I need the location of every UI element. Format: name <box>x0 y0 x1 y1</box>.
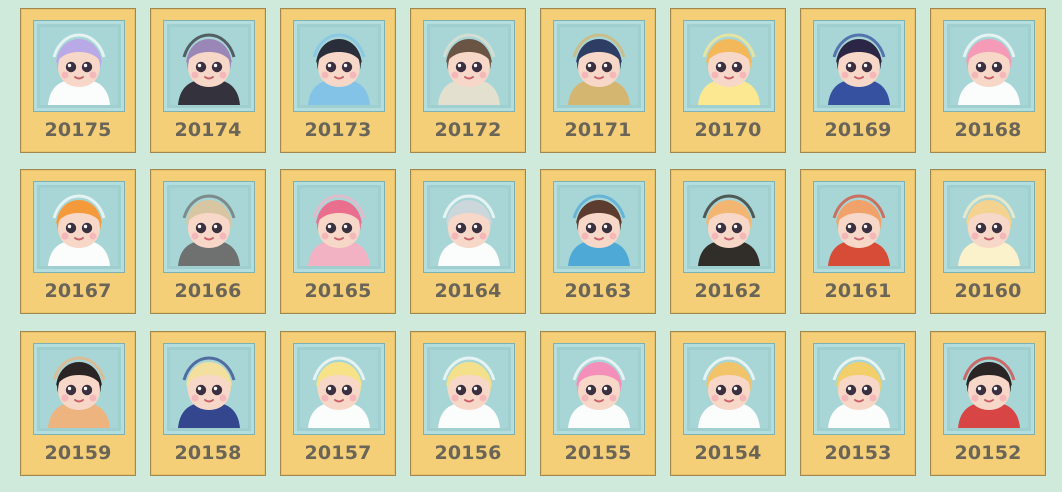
portrait-frame <box>813 343 905 435</box>
portrait-frame <box>163 20 255 112</box>
portrait-frame <box>293 20 385 112</box>
portrait-card[interactable]: 20157 <box>280 331 396 476</box>
character-portrait-icon <box>690 27 768 105</box>
portrait-frame <box>813 20 905 112</box>
portrait-frame <box>423 343 515 435</box>
character-portrait-icon <box>300 350 378 428</box>
character-portrait-icon <box>170 350 248 428</box>
portrait-card[interactable]: 20175 <box>20 8 136 153</box>
portrait-card[interactable]: 20171 <box>540 8 656 153</box>
character-portrait-icon <box>40 188 118 266</box>
portrait-id-label: 20162 <box>694 280 762 302</box>
portrait-id-label: 20166 <box>174 280 242 302</box>
portrait-id-label: 20158 <box>174 442 242 464</box>
character-portrait-icon <box>690 350 768 428</box>
portrait-frame <box>683 181 775 273</box>
portrait-id-label: 20168 <box>954 119 1022 141</box>
character-portrait-icon <box>300 188 378 266</box>
character-portrait-icon <box>950 27 1028 105</box>
character-portrait-icon <box>40 27 118 105</box>
portrait-id-label: 20170 <box>694 119 762 141</box>
portrait-frame <box>553 181 645 273</box>
portrait-card[interactable]: 20152 <box>930 331 1046 476</box>
portrait-id-label: 20174 <box>174 119 242 141</box>
portrait-card[interactable]: 20168 <box>930 8 1046 153</box>
character-portrait-icon <box>300 27 378 105</box>
portrait-card[interactable]: 20163 <box>540 169 656 314</box>
portrait-id-label: 20155 <box>564 442 632 464</box>
portrait-frame <box>943 343 1035 435</box>
portrait-id-label: 20171 <box>564 119 632 141</box>
portrait-card[interactable]: 20160 <box>930 169 1046 314</box>
portrait-card[interactable]: 20155 <box>540 331 656 476</box>
portrait-frame <box>943 20 1035 112</box>
character-portrait-icon <box>820 188 898 266</box>
portrait-id-label: 20153 <box>824 442 892 464</box>
character-portrait-icon <box>560 188 638 266</box>
character-portrait-icon <box>430 27 508 105</box>
portrait-frame <box>33 181 125 273</box>
character-portrait-icon <box>950 188 1028 266</box>
portrait-card[interactable]: 20165 <box>280 169 396 314</box>
portrait-frame <box>163 343 255 435</box>
portrait-id-label: 20157 <box>304 442 372 464</box>
portrait-id-label: 20164 <box>434 280 502 302</box>
character-portrait-icon <box>170 27 248 105</box>
portrait-card[interactable]: 20172 <box>410 8 526 153</box>
character-portrait-icon <box>690 188 768 266</box>
portrait-card[interactable]: 20156 <box>410 331 526 476</box>
portrait-id-label: 20172 <box>434 119 502 141</box>
character-portrait-icon <box>430 350 508 428</box>
portrait-frame <box>683 20 775 112</box>
portrait-card[interactable]: 20158 <box>150 331 266 476</box>
portrait-frame <box>423 20 515 112</box>
portrait-card[interactable]: 20166 <box>150 169 266 314</box>
portrait-card[interactable]: 20159 <box>20 331 136 476</box>
portrait-id-label: 20169 <box>824 119 892 141</box>
portrait-card[interactable]: 20174 <box>150 8 266 153</box>
portrait-card[interactable]: 20153 <box>800 331 916 476</box>
portrait-frame <box>553 343 645 435</box>
portrait-card[interactable]: 20173 <box>280 8 396 153</box>
portrait-card[interactable]: 20164 <box>410 169 526 314</box>
portrait-id-label: 20161 <box>824 280 892 302</box>
character-portrait-icon <box>40 350 118 428</box>
portrait-frame <box>293 181 385 273</box>
portrait-frame <box>683 343 775 435</box>
character-portrait-icon <box>560 350 638 428</box>
portrait-id-label: 20154 <box>694 442 762 464</box>
portrait-id-label: 20163 <box>564 280 632 302</box>
character-portrait-icon <box>430 188 508 266</box>
portrait-card[interactable]: 20161 <box>800 169 916 314</box>
portrait-card[interactable]: 20169 <box>800 8 916 153</box>
portrait-frame <box>33 20 125 112</box>
portrait-id-label: 20156 <box>434 442 502 464</box>
portrait-id-label: 20160 <box>954 280 1022 302</box>
portrait-frame <box>163 181 255 273</box>
portrait-frame <box>423 181 515 273</box>
character-portrait-icon <box>820 350 898 428</box>
portrait-id-label: 20173 <box>304 119 372 141</box>
character-portrait-icon <box>170 188 248 266</box>
portrait-grid: 20175 20174 20173 20172 20171 20170 2016… <box>0 0 1062 492</box>
portrait-frame <box>33 343 125 435</box>
character-portrait-icon <box>950 350 1028 428</box>
portrait-id-label: 20175 <box>44 119 112 141</box>
portrait-id-label: 20159 <box>44 442 112 464</box>
character-portrait-icon <box>560 27 638 105</box>
portrait-frame <box>943 181 1035 273</box>
portrait-id-label: 20167 <box>44 280 112 302</box>
portrait-card[interactable]: 20162 <box>670 169 786 314</box>
portrait-card[interactable]: 20170 <box>670 8 786 153</box>
character-portrait-icon <box>820 27 898 105</box>
portrait-frame <box>553 20 645 112</box>
portrait-id-label: 20165 <box>304 280 372 302</box>
portrait-frame <box>293 343 385 435</box>
portrait-card[interactable]: 20167 <box>20 169 136 314</box>
portrait-frame <box>813 181 905 273</box>
portrait-card[interactable]: 20154 <box>670 331 786 476</box>
portrait-id-label: 20152 <box>954 442 1022 464</box>
